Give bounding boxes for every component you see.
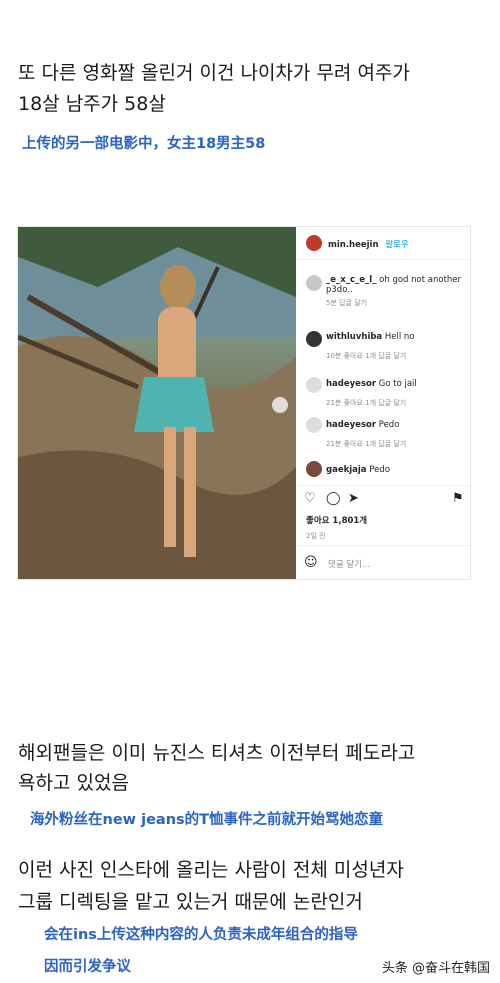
korean-text-line: 18살 남주가 58살	[18, 93, 166, 115]
bookmark-icon[interactable]: ⚑	[452, 491, 464, 506]
comments-panel: min.heejin 팔로우 _e_x_c_e_l_ oh god not an…	[296, 227, 470, 579]
chinese-caption: 海外粉丝在new jeans的T恤事件之前就开始骂她恋童	[30, 812, 384, 828]
photo-illustration	[18, 227, 296, 579]
korean-text-line: 그룹 디렉팅을 맡고 있는거 때문에 논란인거	[18, 891, 363, 913]
comment-meta: 21분 좋아요 1개 답글 달기	[326, 440, 407, 448]
comment: hadeyesor Go to jail 21분 좋아요 1개 답글 달기	[326, 379, 466, 408]
divider	[296, 485, 470, 486]
owner-username[interactable]: min.heejin	[328, 240, 379, 250]
avatar	[306, 235, 322, 251]
comment-username[interactable]: withluvhiba	[326, 332, 382, 342]
post-photo	[18, 227, 296, 579]
comment-username[interactable]: gaekjaja	[326, 465, 367, 475]
avatar	[306, 417, 322, 433]
comment-username[interactable]: hadeyesor	[326, 420, 376, 430]
korean-text-line: 이런 사진 인스타에 올리는 사람이 전체 미성년자	[18, 859, 404, 881]
comment-text: Hell no	[384, 332, 415, 342]
comment-meta: 5분 답글 달기	[326, 299, 368, 307]
comment: withluvhiba Hell no 10분 좋아요 1개 답글 달기	[326, 332, 466, 361]
comment: gaekjaja Pedo	[326, 465, 466, 475]
comment: hadeyesor Pedo 21분 좋아요 1개 답글 달기	[326, 420, 466, 449]
avatar	[306, 377, 322, 393]
avatar	[306, 461, 322, 477]
chinese-caption: 因而引发争议	[44, 959, 131, 975]
emoji-icon[interactable]: ☺	[304, 555, 318, 570]
comment-text: Pedo	[378, 420, 400, 430]
share-icon[interactable]: ➤	[348, 491, 359, 506]
comment-meta: 21분 좋아요 1개 답글 달기	[326, 399, 407, 407]
follow-button[interactable]: 팔로우	[385, 240, 408, 250]
comment-text: Go to jail	[378, 379, 417, 389]
chinese-caption: 会在ins上传这种内容的人负责未成年组合的指导	[44, 927, 358, 943]
chinese-caption: 上传的另一部电影中，女主18男主58	[22, 136, 266, 152]
comment-icon[interactable]: ◯	[326, 491, 341, 506]
comment: _e_x_c_e_l_ oh god not another p3do.. 5분…	[326, 275, 466, 308]
korean-text-line: 해외팬들은 이미 뉴진스 티셔츠 이전부터 페도라고	[18, 742, 416, 764]
avatar	[306, 331, 322, 347]
divider	[296, 259, 470, 260]
comment-username[interactable]: _e_x_c_e_l_	[326, 275, 376, 285]
instagram-post-screenshot: min.heejin 팔로우 _e_x_c_e_l_ oh god not an…	[17, 226, 471, 580]
watermark: 头条 @奋斗在韩国	[381, 961, 490, 976]
divider	[296, 545, 470, 546]
heart-icon[interactable]: ♡	[304, 491, 316, 506]
post-date: 2일 전	[306, 532, 326, 540]
comment-username[interactable]: hadeyesor	[326, 379, 376, 389]
comment-input[interactable]: 댓글 달기...	[328, 558, 370, 570]
korean-text-line: 욕하고 있었음	[18, 772, 129, 794]
comment-meta: 10분 좋아요 1개 답글 달기	[326, 352, 407, 360]
korean-text-line: 또 다른 영화짤 올린거 이건 나이차가 무려 여주가	[18, 62, 410, 84]
avatar	[306, 275, 322, 291]
comment-text: Pedo	[369, 465, 390, 475]
likes-count: 좋아요 1,801개	[306, 516, 368, 526]
